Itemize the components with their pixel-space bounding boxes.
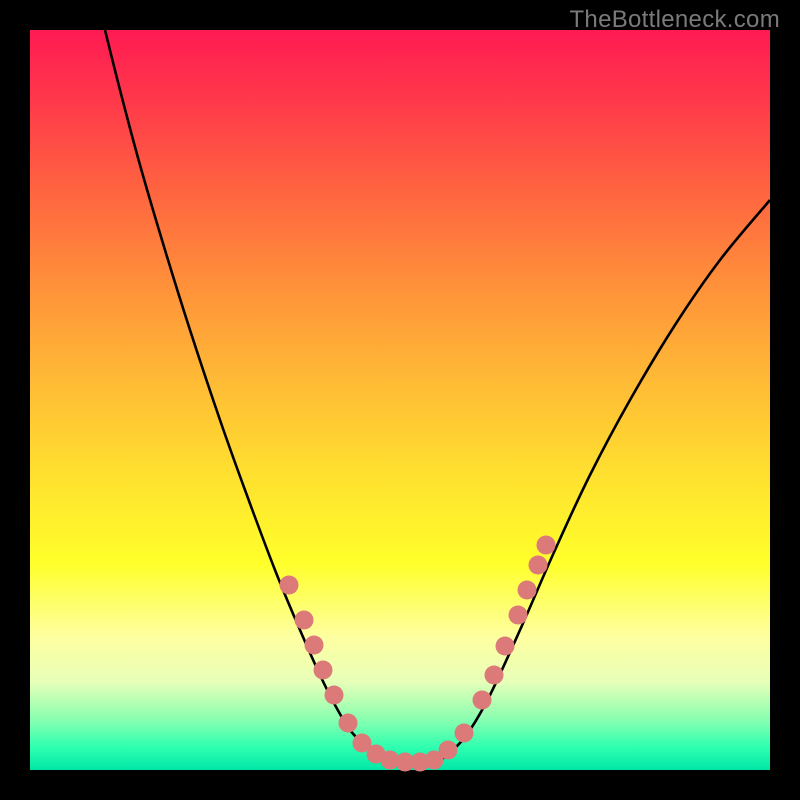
curve-dot xyxy=(325,686,344,705)
curve-dot xyxy=(473,691,492,710)
curve-dot xyxy=(529,556,548,575)
curve-dot xyxy=(314,661,333,680)
curve-dot xyxy=(496,637,515,656)
curve-dot xyxy=(280,576,299,595)
curve-dot xyxy=(455,724,474,743)
curve-dot xyxy=(339,714,358,733)
curve-dot xyxy=(537,536,556,555)
curve-dot xyxy=(305,636,324,655)
bottleneck-curve xyxy=(105,30,770,762)
curve-dot xyxy=(509,606,528,625)
chart-frame: TheBottleneck.com xyxy=(0,0,800,800)
curve-dots-group xyxy=(280,536,556,772)
plot-area xyxy=(30,30,770,770)
curve-dot xyxy=(439,741,458,760)
curve-dot xyxy=(295,611,314,630)
curve-dot xyxy=(485,666,504,685)
curve-dot xyxy=(518,581,537,600)
curve-svg xyxy=(30,30,770,770)
